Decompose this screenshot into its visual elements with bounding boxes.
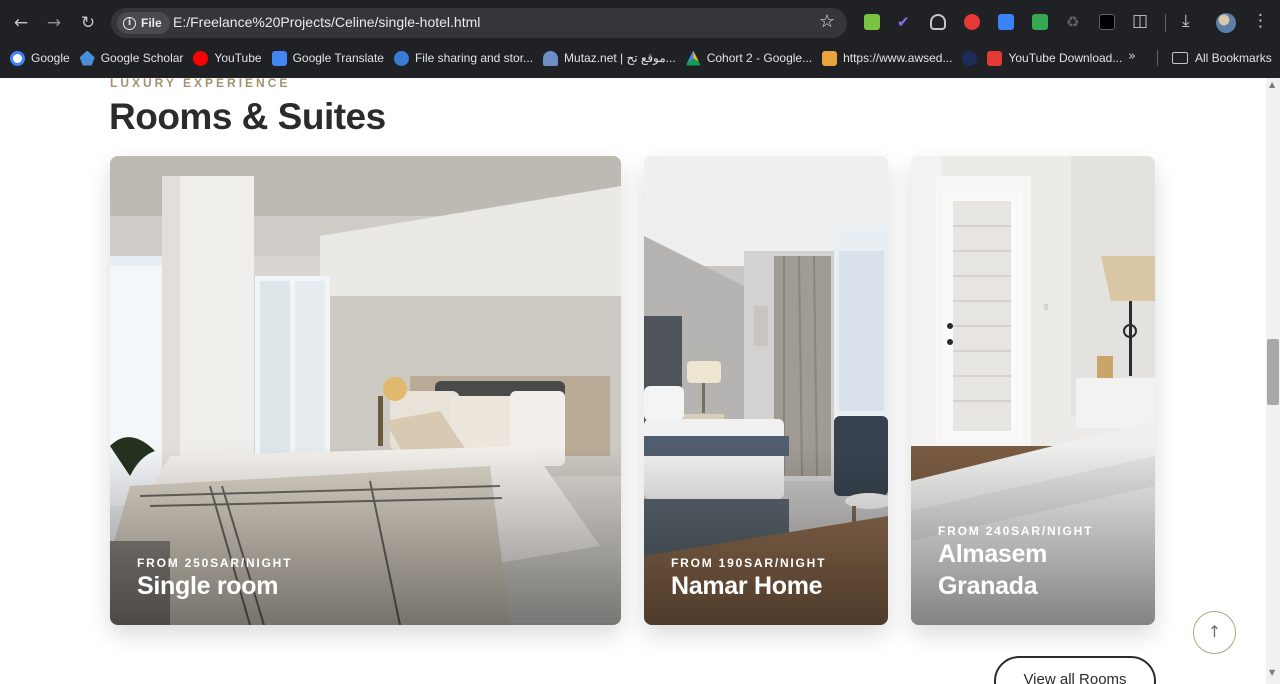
- mutaz-icon: [543, 50, 559, 66]
- extension-dark-icon[interactable]: [1099, 14, 1115, 30]
- section-title: Rooms & Suites: [109, 96, 386, 137]
- site-info-label: File: [141, 16, 162, 30]
- translate-icon: [271, 50, 287, 66]
- youtube-icon: [193, 50, 209, 66]
- address-bar[interactable]: i File E:/Freelance%20Projects/Celine/si…: [111, 8, 847, 38]
- bookmarks-overflow-icon[interactable]: »: [1128, 49, 1136, 64]
- bookmark-label: https://www.awsed...: [843, 51, 953, 65]
- profile-avatar[interactable]: [1216, 13, 1236, 33]
- arrow-up-icon: ↑: [1207, 622, 1222, 641]
- forward-icon[interactable]: →: [42, 11, 66, 35]
- view-all-rooms-button[interactable]: View all Rooms: [994, 656, 1156, 684]
- google-icon: [10, 50, 25, 66]
- bookmark-google-translate[interactable]: Google Translate: [271, 50, 384, 66]
- extension-green-icon[interactable]: [864, 14, 880, 30]
- bookmark-label: Google: [31, 51, 70, 65]
- room-title: Single room: [137, 572, 279, 600]
- downloads-icon[interactable]: ⤓: [1182, 11, 1190, 31]
- bookmark-star-icon[interactable]: ☆: [819, 11, 835, 32]
- room-card-single-room[interactable]: FROM 250SAR/NIGHT Single room: [110, 156, 621, 625]
- folder-icon: [1172, 52, 1188, 64]
- download-icon: [987, 50, 1003, 66]
- reload-icon[interactable]: ↻: [76, 11, 100, 35]
- bookmark-awsed[interactable]: https://www.awsed...: [822, 50, 953, 66]
- bookmark-label: Mutaz.net | موقع تح...: [564, 51, 676, 65]
- all-bookmarks-label: All Bookmarks: [1195, 51, 1272, 65]
- room-price: FROM 250SAR/NIGHT: [137, 556, 293, 570]
- extension-check-icon[interactable]: ✔: [897, 14, 913, 30]
- bookmark-google[interactable]: Google: [10, 50, 70, 66]
- globe-icon: [962, 50, 978, 66]
- all-bookmarks-button[interactable]: All Bookmarks: [1172, 46, 1272, 70]
- extension-cloud-icon[interactable]: [930, 14, 946, 30]
- scroll-to-top-button[interactable]: ↑: [1193, 611, 1236, 654]
- bookmark-mutaz[interactable]: Mutaz.net | موقع تح...: [543, 50, 676, 66]
- extension-green-cloud-icon[interactable]: [1032, 14, 1048, 30]
- extension-recycle-icon[interactable]: ♻: [1066, 14, 1082, 30]
- url-text[interactable]: E:/Freelance%20Projects/Celine/single-ho…: [173, 14, 480, 30]
- bookmark-google-scholar[interactable]: Google Scholar: [79, 50, 184, 66]
- bookmarks-bar: Google Google Scholar YouTube Google Tra…: [0, 46, 1280, 70]
- room-card-namar-home[interactable]: FROM 190SAR/NIGHT Namar Home: [644, 156, 888, 625]
- google-drive-icon: [685, 50, 701, 66]
- site-info-chip[interactable]: i File: [117, 12, 170, 34]
- room-title: Namar Home: [671, 572, 823, 600]
- section-eyebrow: LUXURY EXPERIENCE: [110, 78, 291, 90]
- bookmark-file-sharing[interactable]: File sharing and stor...: [393, 50, 534, 66]
- box-icon: [822, 50, 838, 66]
- bookmark-label: Google Scholar: [100, 51, 184, 65]
- toolbar-divider: [1165, 14, 1166, 32]
- bookmark-label: YouTube: [214, 51, 262, 65]
- bookmark-label: Google Translate: [292, 51, 384, 65]
- bookmark-youtube-download[interactable]: YouTube Download...: [987, 50, 1123, 66]
- browser-chrome: ← → ↻ i File E:/Freelance%20Projects/Cel…: [0, 0, 1280, 78]
- room-card-almasem-granada[interactable]: FROM 240SAR/NIGHT Almasem Granada: [911, 156, 1155, 625]
- menu-kebab-icon[interactable]: ⋮: [1252, 11, 1269, 31]
- page-content: LUXURY EXPERIENCE Rooms & Suites FROM 25…: [0, 78, 1266, 684]
- room-title: Almasem Granada: [938, 540, 1048, 600]
- bookmarks-divider: [1157, 50, 1158, 66]
- bookmark-unnamed[interactable]: [962, 50, 978, 66]
- scrollbar-thumb[interactable]: [1267, 339, 1279, 405]
- scholar-icon: [79, 50, 95, 66]
- extension-blue-icon[interactable]: [998, 14, 1014, 30]
- bookmark-youtube[interactable]: YouTube: [193, 50, 262, 66]
- file-sharing-icon: [393, 50, 409, 66]
- scroll-down-arrow-icon[interactable]: ▼: [1269, 668, 1275, 677]
- extension-red-icon[interactable]: [964, 14, 980, 30]
- extensions-puzzle-icon[interactable]: ◫: [1132, 11, 1148, 31]
- bookmark-label: YouTube Download...: [1008, 51, 1123, 65]
- back-icon[interactable]: ←: [9, 11, 33, 35]
- room-price: FROM 240SAR/NIGHT: [938, 524, 1094, 538]
- bookmark-cohort[interactable]: Cohort 2 - Google...: [685, 50, 813, 66]
- bookmark-label: Cohort 2 - Google...: [706, 51, 813, 65]
- scroll-up-arrow-icon[interactable]: ▲: [1269, 80, 1275, 89]
- info-icon: i: [123, 16, 136, 30]
- bookmark-label: File sharing and stor...: [414, 51, 534, 65]
- room-price: FROM 190SAR/NIGHT: [671, 556, 827, 570]
